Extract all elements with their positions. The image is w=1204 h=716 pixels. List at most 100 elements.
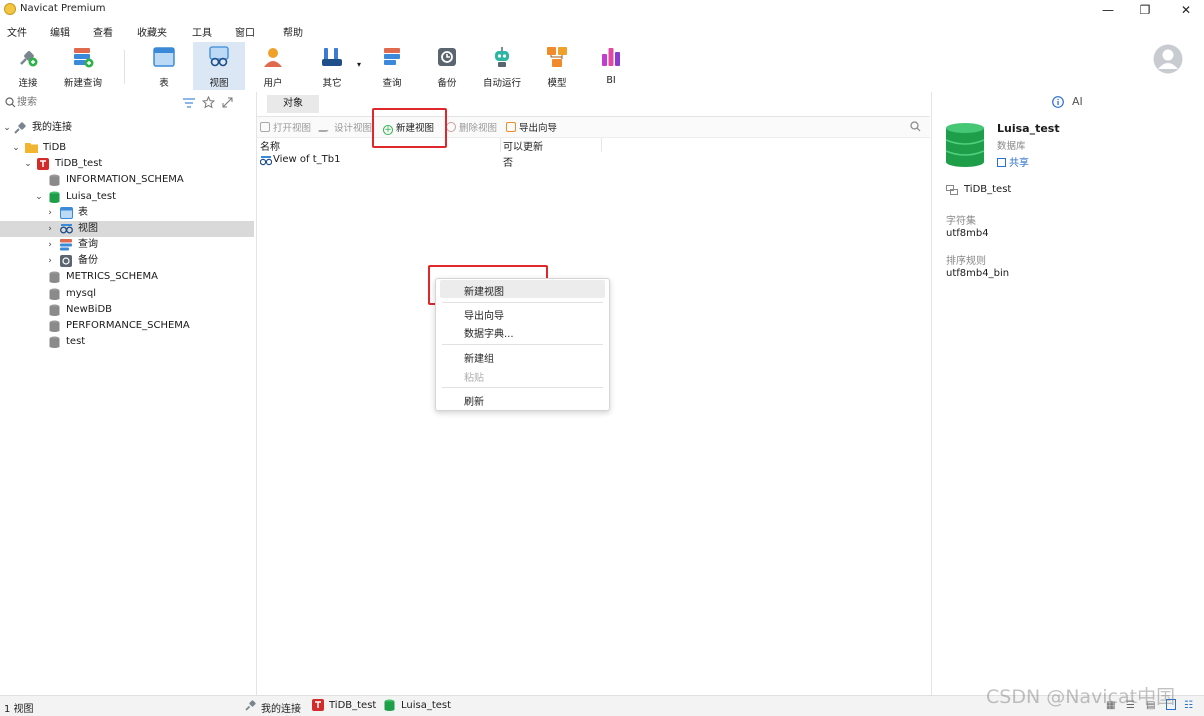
star-icon[interactable] bbox=[202, 96, 215, 109]
open-view-button[interactable]: 打开视图 bbox=[260, 120, 311, 134]
maximize-window-button[interactable]: ❐ bbox=[1127, 0, 1163, 20]
menu-item-export-wizard[interactable]: 导出向导 bbox=[464, 307, 504, 322]
folder-icon bbox=[25, 143, 38, 153]
navigation-search-bar bbox=[0, 92, 256, 114]
toolbar-label: 表 bbox=[159, 78, 169, 89]
chevron-right-icon[interactable]: › bbox=[45, 221, 55, 237]
tree-item-database[interactable]: INFORMATION_SCHEMA bbox=[0, 172, 256, 188]
toolbar-view-button[interactable]: 视图 bbox=[193, 42, 245, 90]
close-window-button[interactable]: ✕ bbox=[1168, 0, 1204, 20]
breadcrumb-luisa-test[interactable]: Luisa_test bbox=[401, 700, 451, 711]
avatar[interactable] bbox=[1153, 44, 1183, 74]
toolbar-bi-button[interactable]: BI bbox=[585, 42, 637, 90]
ai-button[interactable]: AI bbox=[1072, 95, 1083, 108]
table-row[interactable]: View of t_Tb1 否 bbox=[257, 153, 602, 169]
tree-item-database[interactable]: METRICS_SCHEMA bbox=[0, 269, 256, 285]
toolbar-automation-button[interactable]: 自动运行 bbox=[476, 42, 528, 90]
chevron-right-icon[interactable]: › bbox=[45, 205, 55, 221]
toolbar-user-button[interactable]: 用户 bbox=[247, 42, 299, 90]
chevron-right-icon[interactable]: › bbox=[45, 253, 55, 269]
breadcrumb-my-connections[interactable]: 我的连接 bbox=[261, 700, 301, 715]
collation-value: utf8mb4_bin bbox=[946, 268, 1010, 279]
info-icon[interactable] bbox=[1052, 96, 1064, 108]
chevron-right-icon[interactable]: › bbox=[45, 237, 55, 253]
menu-item-new-view[interactable]: 新建视图 bbox=[464, 283, 504, 298]
tree-item-database[interactable]: PERFORMANCE_SCHEMA bbox=[0, 318, 256, 334]
backup-icon bbox=[438, 48, 456, 66]
menu-view[interactable]: 查看 bbox=[93, 24, 113, 39]
bi-icon bbox=[602, 48, 620, 66]
tree-item-label: METRICS_SCHEMA bbox=[66, 271, 158, 282]
menu-window[interactable]: 窗口 bbox=[235, 24, 255, 39]
button-label: 设计视图 bbox=[334, 123, 373, 134]
menu-help[interactable]: 帮助 bbox=[283, 24, 303, 39]
export-wizard-button[interactable]: 导出向导 bbox=[506, 120, 557, 134]
breadcrumb-tidb-test[interactable]: TiDB_test bbox=[329, 700, 376, 711]
tree-item-database[interactable]: mysql bbox=[0, 286, 256, 302]
toolbar-label: BI bbox=[606, 75, 616, 86]
tree-item-tidb-group[interactable]: ⌄ TiDB bbox=[0, 140, 256, 156]
menu-separator bbox=[442, 344, 603, 345]
backup-icon bbox=[60, 255, 72, 267]
toolbar-backup-button[interactable]: 备份 bbox=[421, 42, 473, 90]
menu-file[interactable]: 文件 bbox=[7, 24, 27, 39]
share-link[interactable]: 共享 bbox=[997, 154, 1029, 169]
charset-label: 字符集 bbox=[946, 216, 976, 227]
menu-item-data-dictionary[interactable]: 数据字典... bbox=[464, 325, 514, 340]
menu-bar: 文件 编辑 查看 收藏夹 工具 窗口 帮助 bbox=[0, 20, 1204, 40]
menu-item-paste[interactable]: 粘贴 bbox=[464, 369, 484, 384]
side-panel-toggle-icon[interactable]: ☷ bbox=[1184, 700, 1193, 711]
tree-item-label: 我的连接 bbox=[32, 122, 72, 133]
toolbar-new-query-button[interactable]: 新建查询 bbox=[56, 42, 110, 90]
tree-item-tables[interactable]: › 表 bbox=[0, 205, 256, 221]
chevron-down-icon[interactable]: ⌄ bbox=[23, 156, 33, 172]
tree-item-tidb-test-connection[interactable]: ⌄ TiDB_test bbox=[0, 156, 256, 172]
tree-item-luisa-test-database[interactable]: ⌄ Luisa_test bbox=[0, 189, 256, 205]
tree-item-database[interactable]: NewBiDB bbox=[0, 302, 256, 318]
tree-item-label: mysql bbox=[66, 288, 96, 299]
tree-item-views[interactable]: › 视图 bbox=[0, 221, 254, 237]
tree-item-my-connections[interactable]: ⌄ 我的连接 bbox=[0, 120, 256, 136]
collapse-all-icon[interactable] bbox=[222, 97, 233, 108]
toolbar-others-button[interactable]: 其它 bbox=[306, 42, 358, 90]
connection-name: TiDB_test bbox=[964, 184, 1012, 195]
collation-label: 排序规则 bbox=[946, 256, 986, 267]
menu-tools[interactable]: 工具 bbox=[192, 24, 212, 39]
design-view-button[interactable]: 设计视图 bbox=[317, 120, 373, 134]
minimize-window-button[interactable]: — bbox=[1090, 0, 1126, 20]
toolbar-table-button[interactable]: 表 bbox=[138, 42, 190, 90]
column-header-updatable[interactable]: 可以更新 bbox=[500, 138, 602, 153]
tree-item-label: INFORMATION_SCHEMA bbox=[66, 174, 184, 185]
export-icon bbox=[506, 122, 516, 132]
tree-item-backups[interactable]: › 备份 bbox=[0, 253, 256, 269]
toolbar-label: 其它 bbox=[322, 78, 342, 89]
chevron-down-icon[interactable]: ⌄ bbox=[2, 120, 12, 136]
database-large-icon bbox=[945, 123, 985, 167]
object-toolbar: 打开视图 设计视图 + 新建视图 删除视图 导出向导 bbox=[257, 116, 930, 138]
main-toolbar: 连接 新建查询 表 视图 用户 其它 ▾ 查询 备份 自动运行 模型 BI bbox=[0, 40, 1204, 92]
others-dropdown-arrow-icon[interactable]: ▾ bbox=[357, 60, 361, 69]
chevron-down-icon[interactable]: ⌄ bbox=[34, 189, 44, 205]
toolbar-label: 连接 bbox=[18, 78, 38, 89]
menu-favorites[interactable]: 收藏夹 bbox=[137, 24, 167, 39]
chevron-down-icon[interactable]: ⌄ bbox=[11, 140, 21, 156]
db-type: 数据库 bbox=[997, 141, 1026, 152]
toolbar-model-button[interactable]: 模型 bbox=[531, 42, 583, 90]
query-icon bbox=[60, 239, 72, 251]
search-icon[interactable] bbox=[910, 121, 921, 132]
menu-item-new-group[interactable]: 新建组 bbox=[464, 350, 494, 365]
navigation-search-input[interactable] bbox=[17, 95, 167, 109]
menu-item-refresh[interactable]: 刷新 bbox=[464, 393, 484, 408]
filter-icon[interactable] bbox=[183, 98, 195, 108]
toolbar-label: 用户 bbox=[263, 78, 283, 89]
menu-edit[interactable]: 编辑 bbox=[50, 24, 70, 39]
tab-objects[interactable]: 对象 bbox=[267, 95, 319, 113]
delete-view-button[interactable]: 删除视图 bbox=[446, 120, 497, 134]
tidb-connection-icon bbox=[312, 699, 324, 711]
tree-item-database[interactable]: test bbox=[0, 334, 256, 350]
context-menu: 新建视图 导出向导 数据字典... 新建组 粘贴 刷新 bbox=[435, 278, 610, 411]
toolbar-query-button[interactable]: 查询 bbox=[366, 42, 418, 90]
tree-item-queries[interactable]: › 查询 bbox=[0, 237, 256, 253]
toolbar-connection-button[interactable]: 连接 bbox=[2, 42, 54, 90]
tree-item-label: NewBiDB bbox=[66, 304, 113, 315]
